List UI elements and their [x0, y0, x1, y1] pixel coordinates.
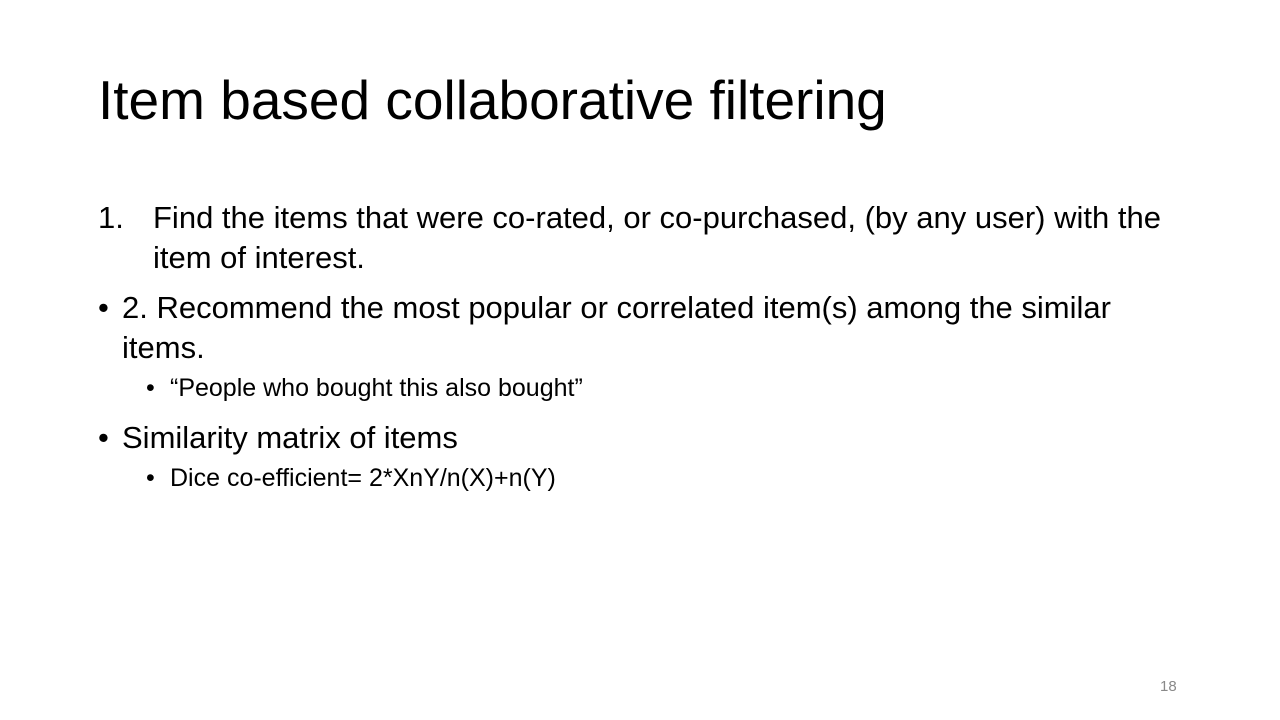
bullet-icon: •: [146, 464, 155, 492]
list-item: • 2. Recommend the most popular or corre…: [98, 288, 1198, 368]
sub-list-item: • “People who bought this also bought”: [146, 372, 1198, 404]
slide-title: Item based collaborative filtering: [98, 69, 887, 131]
bullet-icon: •: [98, 290, 109, 325]
bullet-icon: •: [146, 374, 155, 402]
list-item-text: 2. Recommend the most popular or correla…: [122, 290, 1111, 365]
page-number: 18: [1160, 678, 1177, 695]
list-item-text: Find the items that were co-rated, or co…: [153, 200, 1161, 275]
list-item: 1. Find the items that were co-rated, or…: [98, 198, 1198, 278]
list-item: • Similarity matrix of items: [98, 418, 1198, 458]
sub-list-item: • Dice co-efficient= 2*XnY/n(X)+n(Y): [146, 462, 1198, 494]
sub-list-item-text: “People who bought this also bought”: [170, 374, 583, 402]
list-number: 1.: [98, 200, 124, 235]
slide: Item based collaborative filtering 1. Fi…: [0, 0, 1280, 720]
sub-list-item-text: Dice co-efficient= 2*XnY/n(X)+n(Y): [170, 464, 556, 492]
list-item-text: Similarity matrix of items: [122, 420, 458, 455]
bullet-icon: •: [98, 420, 109, 455]
slide-content: 1. Find the items that were co-rated, or…: [98, 198, 1198, 508]
